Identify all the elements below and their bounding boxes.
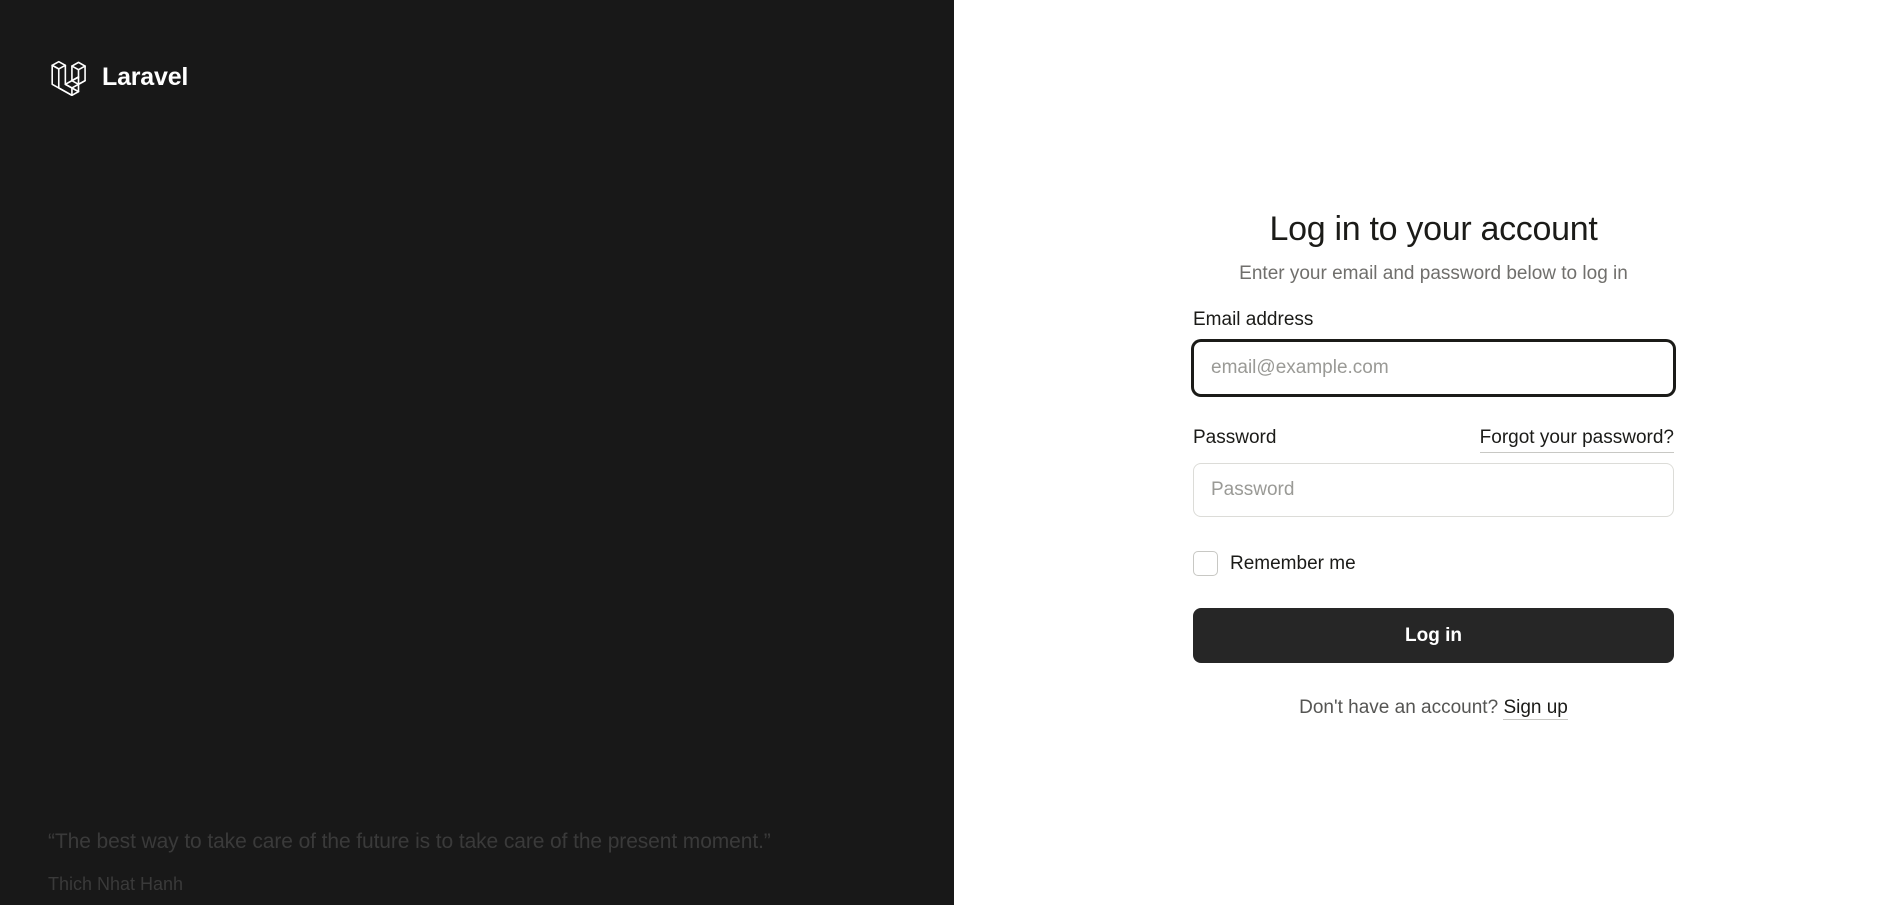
remember-label[interactable]: Remember me bbox=[1230, 553, 1356, 575]
page-title: Log in to your account bbox=[1269, 210, 1598, 248]
brand-panel: Laravel “The best way to take care of th… bbox=[0, 0, 954, 905]
email-field[interactable] bbox=[1193, 341, 1674, 395]
remember-row: Remember me bbox=[1193, 551, 1674, 576]
quote-author: Thich Nhat Hanh bbox=[48, 874, 184, 894]
remember-checkbox[interactable] bbox=[1193, 551, 1218, 576]
quote-text: “The best way to take care of the future… bbox=[48, 830, 771, 853]
login-page: Laravel “The best way to take care of th… bbox=[0, 0, 1898, 905]
login-button[interactable]: Log in bbox=[1193, 608, 1674, 663]
forgot-password-link[interactable]: Forgot your password? bbox=[1479, 425, 1674, 453]
brand-home-link[interactable]: Laravel bbox=[50, 58, 188, 96]
signup-prompt: Don't have an account? bbox=[1299, 697, 1499, 718]
page-subtitle: Enter your email and password below to l… bbox=[1239, 263, 1628, 284]
email-label: Email address bbox=[1193, 309, 1314, 330]
login-form: Log in to your account Enter your email … bbox=[1193, 205, 1674, 720]
login-panel: Log in to your account Enter your email … bbox=[954, 0, 1898, 905]
brand-name: Laravel bbox=[102, 62, 189, 91]
password-label: Password bbox=[1193, 427, 1277, 448]
password-label-row: Password Forgot your password? bbox=[1193, 425, 1674, 453]
signup-row: Don't have an account? Sign up bbox=[1193, 697, 1674, 720]
laravel-logo-icon bbox=[51, 60, 86, 96]
password-field[interactable] bbox=[1193, 463, 1674, 517]
signup-link[interactable]: Sign up bbox=[1503, 697, 1568, 720]
